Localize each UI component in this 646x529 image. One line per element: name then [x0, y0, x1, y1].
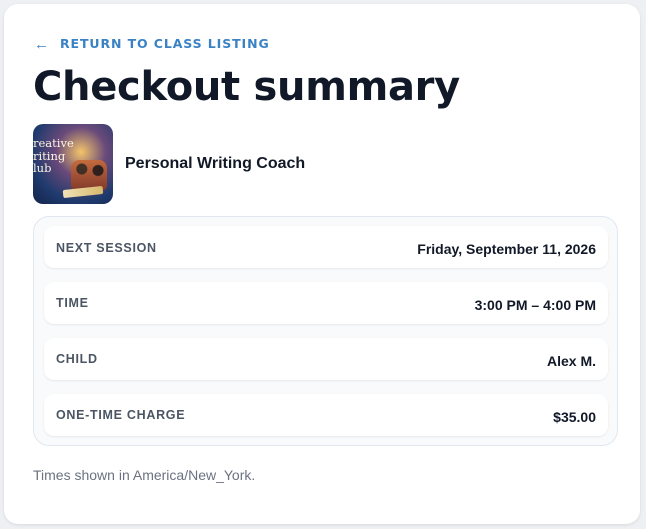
detail-label: CHILD	[56, 352, 98, 366]
return-link-label: RETURN TO CLASS LISTING	[60, 35, 270, 51]
thumbnail-book	[62, 185, 104, 199]
detail-value: 3:00 PM – 4:00 PM	[474, 297, 596, 313]
detail-row-one-time-charge: ONE-TIME CHARGE $35.00	[44, 394, 608, 436]
product-name: Personal Writing Coach	[125, 155, 306, 172]
detail-label: ONE-TIME CHARGE	[56, 408, 186, 422]
product-summary: reative riting lub Personal Writing Coac…	[33, 124, 305, 204]
detail-label: TIME	[56, 296, 89, 310]
detail-row-time: TIME 3:00 PM – 4:00 PM	[44, 282, 608, 324]
left-arrow-icon: ←	[34, 36, 49, 53]
session-details-panel: NEXT SESSION Friday, September 11, 2026 …	[33, 216, 618, 446]
return-to-class-listing-link[interactable]: ← RETURN TO CLASS LISTING	[34, 34, 270, 53]
detail-label: NEXT SESSION	[56, 241, 157, 255]
class-thumbnail-image: reative riting lub	[33, 124, 113, 204]
timezone-note: Times shown in America/New_York.	[33, 467, 256, 483]
detail-value: $35.00	[553, 409, 596, 425]
detail-row-next-session: NEXT SESSION Friday, September 11, 2026	[44, 226, 608, 268]
detail-value: Alex M.	[546, 353, 596, 369]
checkout-card: ← RETURN TO CLASS LISTING Checkout summa…	[4, 4, 640, 524]
page-title: Checkout summary	[33, 64, 460, 110]
detail-row-child: CHILD Alex M.	[44, 338, 608, 380]
detail-value: Friday, September 11, 2026	[417, 241, 596, 257]
